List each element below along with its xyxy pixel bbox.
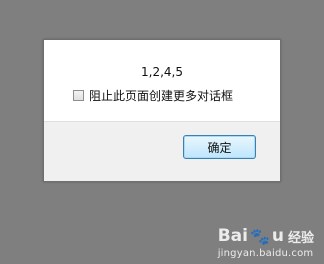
dialog-message: 1,2,4,5 — [141, 65, 183, 79]
watermark-brand-left: Bai — [217, 226, 248, 246]
watermark-brand-sub: 经验 — [287, 230, 314, 246]
suppress-dialogs-option[interactable]: 阻止此页面创建更多对话框 — [73, 87, 233, 104]
suppress-dialogs-label[interactable]: 阻止此页面创建更多对话框 — [89, 87, 233, 104]
alert-dialog: 1,2,4,5 阻止此页面创建更多对话框 确定 — [43, 39, 281, 182]
watermark-brand-right: u — [271, 226, 284, 246]
suppress-dialogs-checkbox[interactable] — [73, 90, 84, 101]
paw-icon: 🐾 — [249, 226, 270, 246]
watermark-url: jingyan.baidu.com — [217, 248, 314, 259]
dialog-footer: 确定 — [44, 121, 280, 181]
baidu-jingyan-watermark: Bai 🐾 u 经验 jingyan.baidu.com — [218, 226, 314, 259]
ok-button[interactable]: 确定 — [183, 135, 256, 159]
